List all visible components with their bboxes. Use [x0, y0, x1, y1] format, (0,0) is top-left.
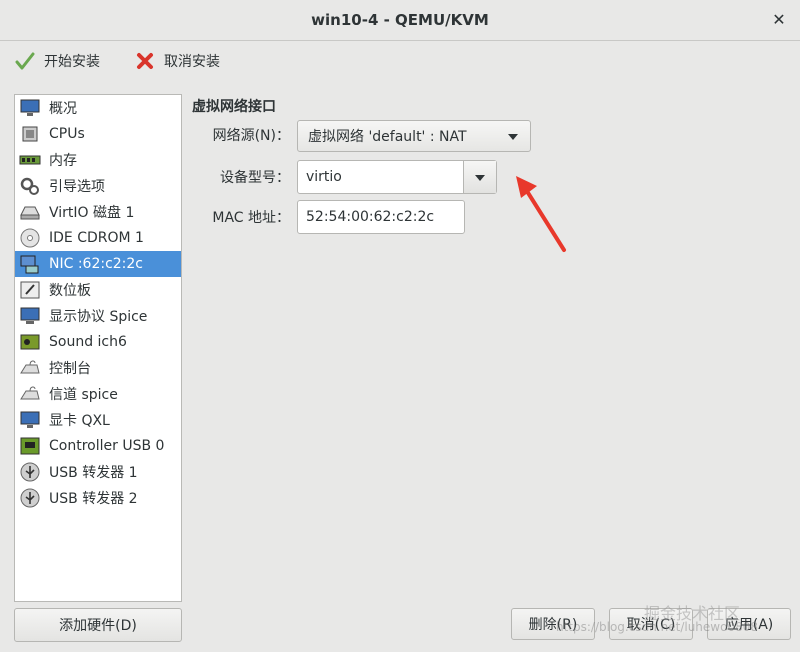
begin-install-button[interactable]: 开始安装 — [14, 49, 100, 73]
cpu-chip-icon — [22, 126, 38, 142]
hard-disk-icon — [20, 206, 40, 220]
annotation-arrow-icon — [516, 176, 566, 252]
chevron-down-icon — [475, 175, 485, 181]
device-model-label: 设备型号： — [220, 170, 290, 186]
network-source-label: 网络源(N)： — [212, 128, 290, 144]
window-title: win10-4 - QEMU/KVM — [311, 11, 489, 29]
add-hardware-button[interactable]: 添加硬件(D) — [14, 608, 182, 642]
cancel-install-button[interactable]: 取消安装 — [134, 49, 220, 73]
close-icon[interactable]: ✕ — [768, 9, 790, 31]
begin-install-label: 开始安装 — [44, 54, 100, 70]
sidebar-item-label: Sound ich6 — [49, 334, 127, 350]
network-card-icon — [20, 255, 39, 274]
sidebar-item-label: 控制台 — [49, 361, 91, 377]
sidebar-item-overview[interactable]: 概况 — [15, 95, 181, 121]
memory-stick-icon — [19, 155, 41, 165]
nic-details-panel: 虚拟网络接口 网络源(N)： 虚拟网络 'default' : NAT 设备型号… — [192, 94, 788, 600]
sidebar-item-memory[interactable]: 内存 — [15, 147, 181, 173]
mac-address-field[interactable]: 52:54:00:62:c2:2c — [297, 200, 465, 234]
display-icon — [20, 307, 40, 324]
sidebar-item-channel-spice[interactable]: 信道 spice — [15, 381, 181, 407]
sidebar-item-label: CPUs — [49, 126, 85, 142]
device-model-value: virtio — [306, 169, 342, 185]
usb-redirector-icon — [20, 488, 40, 508]
sidebar-item-label: USB 转发器 1 — [49, 465, 138, 481]
sidebar-item-console[interactable]: 控制台 — [15, 355, 181, 381]
sidebar-item-label: Controller USB 0 — [49, 438, 165, 454]
chevron-down-icon — [508, 134, 518, 140]
sidebar-item-usb-redirector-1[interactable]: USB 转发器 1 — [15, 459, 181, 485]
sidebar-item-cpus[interactable]: CPUs — [15, 121, 181, 147]
title-bar: win10-4 - QEMU/KVM ✕ — [0, 0, 800, 41]
network-source-combo[interactable]: 虚拟网络 'default' : NAT — [297, 120, 531, 152]
sidebar-item-ide-cdrom[interactable]: IDE CDROM 1 — [15, 225, 181, 251]
sidebar-item-tablet[interactable]: 数位板 — [15, 277, 181, 303]
sidebar-item-label: 数位板 — [49, 283, 91, 299]
mac-address-label: MAC 地址： — [212, 210, 290, 226]
cancel-install-label: 取消安装 — [164, 54, 220, 70]
sidebar-item-nic[interactable]: NIC :62:c2:2c — [15, 251, 181, 277]
sidebar-item-label: NIC :62:c2:2c — [49, 256, 144, 272]
watermark-url: https://blog.csdn.net/luhewo0808 — [556, 620, 758, 634]
sidebar-item-usb-redirector-2[interactable]: USB 转发器 2 — [15, 485, 181, 511]
sidebar-item-boot-options[interactable]: 引导选项 — [15, 173, 181, 199]
hardware-list: 概况 CPUs 内存 引导选项 VirtIO 磁盘 1 IDE CDROM 1 … — [14, 94, 182, 602]
sidebar-item-label: 显卡 QXL — [49, 413, 110, 429]
channel-icon — [20, 386, 40, 400]
cancel-x-icon — [137, 53, 153, 69]
device-model-field[interactable]: virtio — [297, 160, 497, 194]
sidebar-item-label: 内存 — [49, 153, 77, 169]
checkmark-icon — [15, 52, 35, 70]
gears-icon — [20, 177, 39, 195]
network-source-value: 虚拟网络 'default' : NAT — [308, 129, 467, 145]
section-title: 虚拟网络接口 — [192, 99, 276, 115]
sidebar-item-label: 概况 — [49, 101, 77, 117]
serial-console-icon — [20, 360, 40, 374]
toolbar: 开始安装 取消安装 — [0, 41, 800, 81]
sidebar-item-label: IDE CDROM 1 — [49, 230, 144, 246]
sidebar-item-label: 信道 spice — [49, 387, 118, 403]
tablet-icon — [20, 281, 40, 299]
controller-board-icon — [20, 437, 40, 455]
sidebar-item-sound[interactable]: Sound ich6 — [15, 329, 181, 355]
sidebar-item-virtio-disk[interactable]: VirtIO 磁盘 1 — [15, 199, 181, 225]
sidebar-item-display-spice[interactable]: 显示协议 Spice — [15, 303, 181, 329]
sidebar-item-label: USB 转发器 2 — [49, 491, 138, 507]
sidebar-item-video-qxl[interactable]: 显卡 QXL — [15, 407, 181, 433]
sidebar-item-label: VirtIO 磁盘 1 — [49, 205, 135, 221]
sound-card-icon — [20, 334, 40, 350]
sidebar-item-label: 引导选项 — [49, 179, 105, 195]
sidebar-item-label: 显示协议 Spice — [49, 309, 148, 325]
device-model-dropdown-button[interactable] — [463, 161, 496, 193]
mac-address-value: 52:54:00:62:c2:2c — [306, 209, 435, 225]
cdrom-icon — [20, 228, 40, 248]
sidebar-item-controller-usb[interactable]: Controller USB 0 — [15, 433, 181, 459]
usb-redirector-icon — [20, 462, 40, 482]
video-card-icon — [20, 411, 40, 428]
monitor-icon — [20, 99, 40, 116]
